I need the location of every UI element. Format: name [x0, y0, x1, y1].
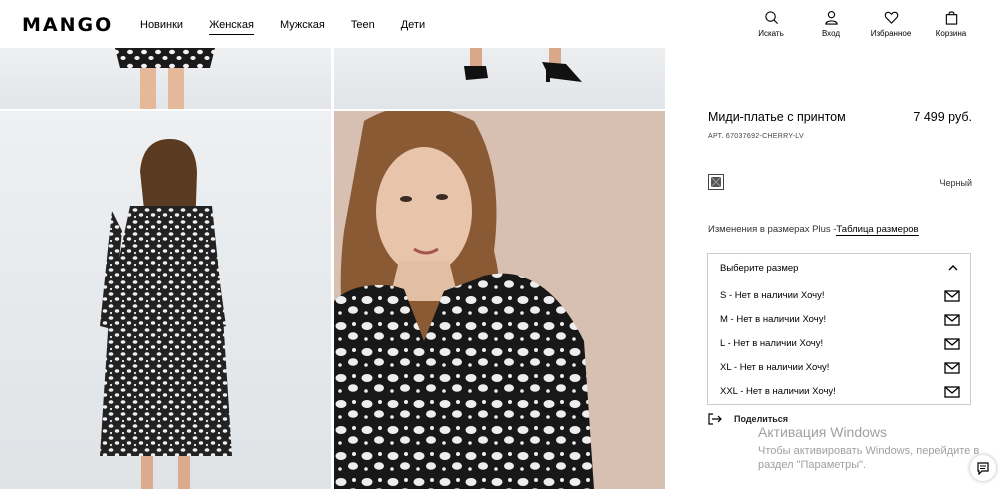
favorites-button[interactable]: Избранное	[862, 10, 920, 38]
nav-teen[interactable]: Teen	[351, 19, 375, 35]
nav-women[interactable]: Женская	[209, 19, 254, 35]
size-option-m[interactable]: M - Нет в наличии Хочу!	[720, 312, 960, 332]
product-photo-front-bottom[interactable]	[0, 48, 331, 109]
photo-sandals	[464, 48, 582, 82]
chevron-up-icon[interactable]	[948, 264, 958, 272]
size-table-link[interactable]: Таблица размеров	[836, 224, 919, 236]
size-option-s[interactable]: S - Нет в наличии Хочу!	[720, 288, 960, 308]
size-dropdown[interactable]: Выберите размер S - Нет в наличии Хочу! …	[707, 253, 971, 405]
site-header: MANGO Новинки Женская Мужская Teen Дети …	[0, 0, 1000, 48]
size-option-l[interactable]: L - Нет в наличии Хочу!	[720, 336, 960, 356]
size-note-text: Изменения в размерах Plus -	[708, 224, 837, 235]
size-changes-note: Изменения в размерах Plus -Таблица разме…	[708, 224, 919, 236]
nav-kids[interactable]: Дети	[401, 19, 425, 35]
size-option-xl[interactable]: XL - Нет в наличии Хочу!	[720, 360, 960, 380]
cart-button[interactable]: Корзина	[922, 10, 980, 38]
size-option-label: XL - Нет в наличии Хочу!	[720, 362, 830, 373]
swatch-cross-icon	[711, 177, 721, 187]
main-nav: Новинки Женская Мужская Teen Дети	[140, 19, 451, 35]
chat-button[interactable]	[970, 455, 996, 481]
nav-men[interactable]: Мужская	[280, 19, 325, 35]
watermark-line1: Чтобы активировать Windows, перейдите в	[758, 445, 980, 457]
share-label: Поделиться	[734, 414, 789, 424]
search-button[interactable]: Искать	[742, 10, 800, 38]
photo-dress-hem	[115, 48, 215, 109]
cart-label: Корзина	[935, 29, 967, 38]
mail-icon[interactable]	[944, 362, 960, 374]
product-article: АРТ. 67037692-CHERRY-LV	[708, 133, 804, 140]
chat-icon	[977, 462, 989, 475]
product-photo-shoes[interactable]	[334, 48, 665, 109]
bag-icon	[945, 11, 957, 25]
color-swatch-black[interactable]	[708, 174, 724, 190]
share-icon	[708, 413, 722, 425]
login-button[interactable]: Вход	[802, 10, 860, 38]
watermark-line2: раздел "Параметры".	[758, 459, 867, 471]
search-icon	[764, 11, 778, 24]
user-icon	[824, 11, 838, 25]
product-photo-back[interactable]	[0, 111, 331, 489]
size-dropdown-label: Выберите размер	[720, 263, 799, 274]
watermark-title: Активация Windows	[758, 424, 888, 440]
mail-icon[interactable]	[944, 314, 960, 326]
swatch-fill	[711, 177, 721, 187]
mango-logo[interactable]: MANGO	[22, 14, 113, 36]
windows-activation-watermark: Активация Windows Чтобы активировать Win…	[758, 424, 979, 472]
photo-model-portrait	[334, 111, 665, 489]
product-photo-closeup[interactable]	[334, 111, 665, 489]
color-name: Черный	[939, 178, 972, 188]
login-label: Вход	[821, 29, 841, 38]
favorites-label: Избранное	[870, 29, 912, 38]
mail-icon[interactable]	[944, 290, 960, 302]
size-option-xxl[interactable]: XXL - Нет в наличии Хочу!	[720, 384, 960, 404]
mail-icon[interactable]	[944, 386, 960, 398]
size-option-label: S - Нет в наличии Хочу!	[720, 290, 825, 301]
product-name: Миди-платье с принтом	[708, 110, 846, 124]
size-option-label: L - Нет в наличии Хочу!	[720, 338, 824, 349]
size-option-label: M - Нет в наличии Хочу!	[720, 314, 827, 325]
size-option-label: XXL - Нет в наличии Хочу!	[720, 386, 836, 397]
nav-new[interactable]: Новинки	[140, 19, 183, 35]
search-label: Искать	[758, 29, 784, 38]
photo-dress-back	[100, 139, 232, 489]
heart-icon	[884, 11, 898, 24]
product-info-panel: Миди-платье с принтом 7 499 руб. АРТ. 67…	[665, 48, 1000, 489]
header-tools: Искать Вход Избранное Корзина	[740, 10, 980, 38]
mail-icon[interactable]	[944, 338, 960, 350]
product-price: 7 499 руб.	[913, 110, 972, 124]
